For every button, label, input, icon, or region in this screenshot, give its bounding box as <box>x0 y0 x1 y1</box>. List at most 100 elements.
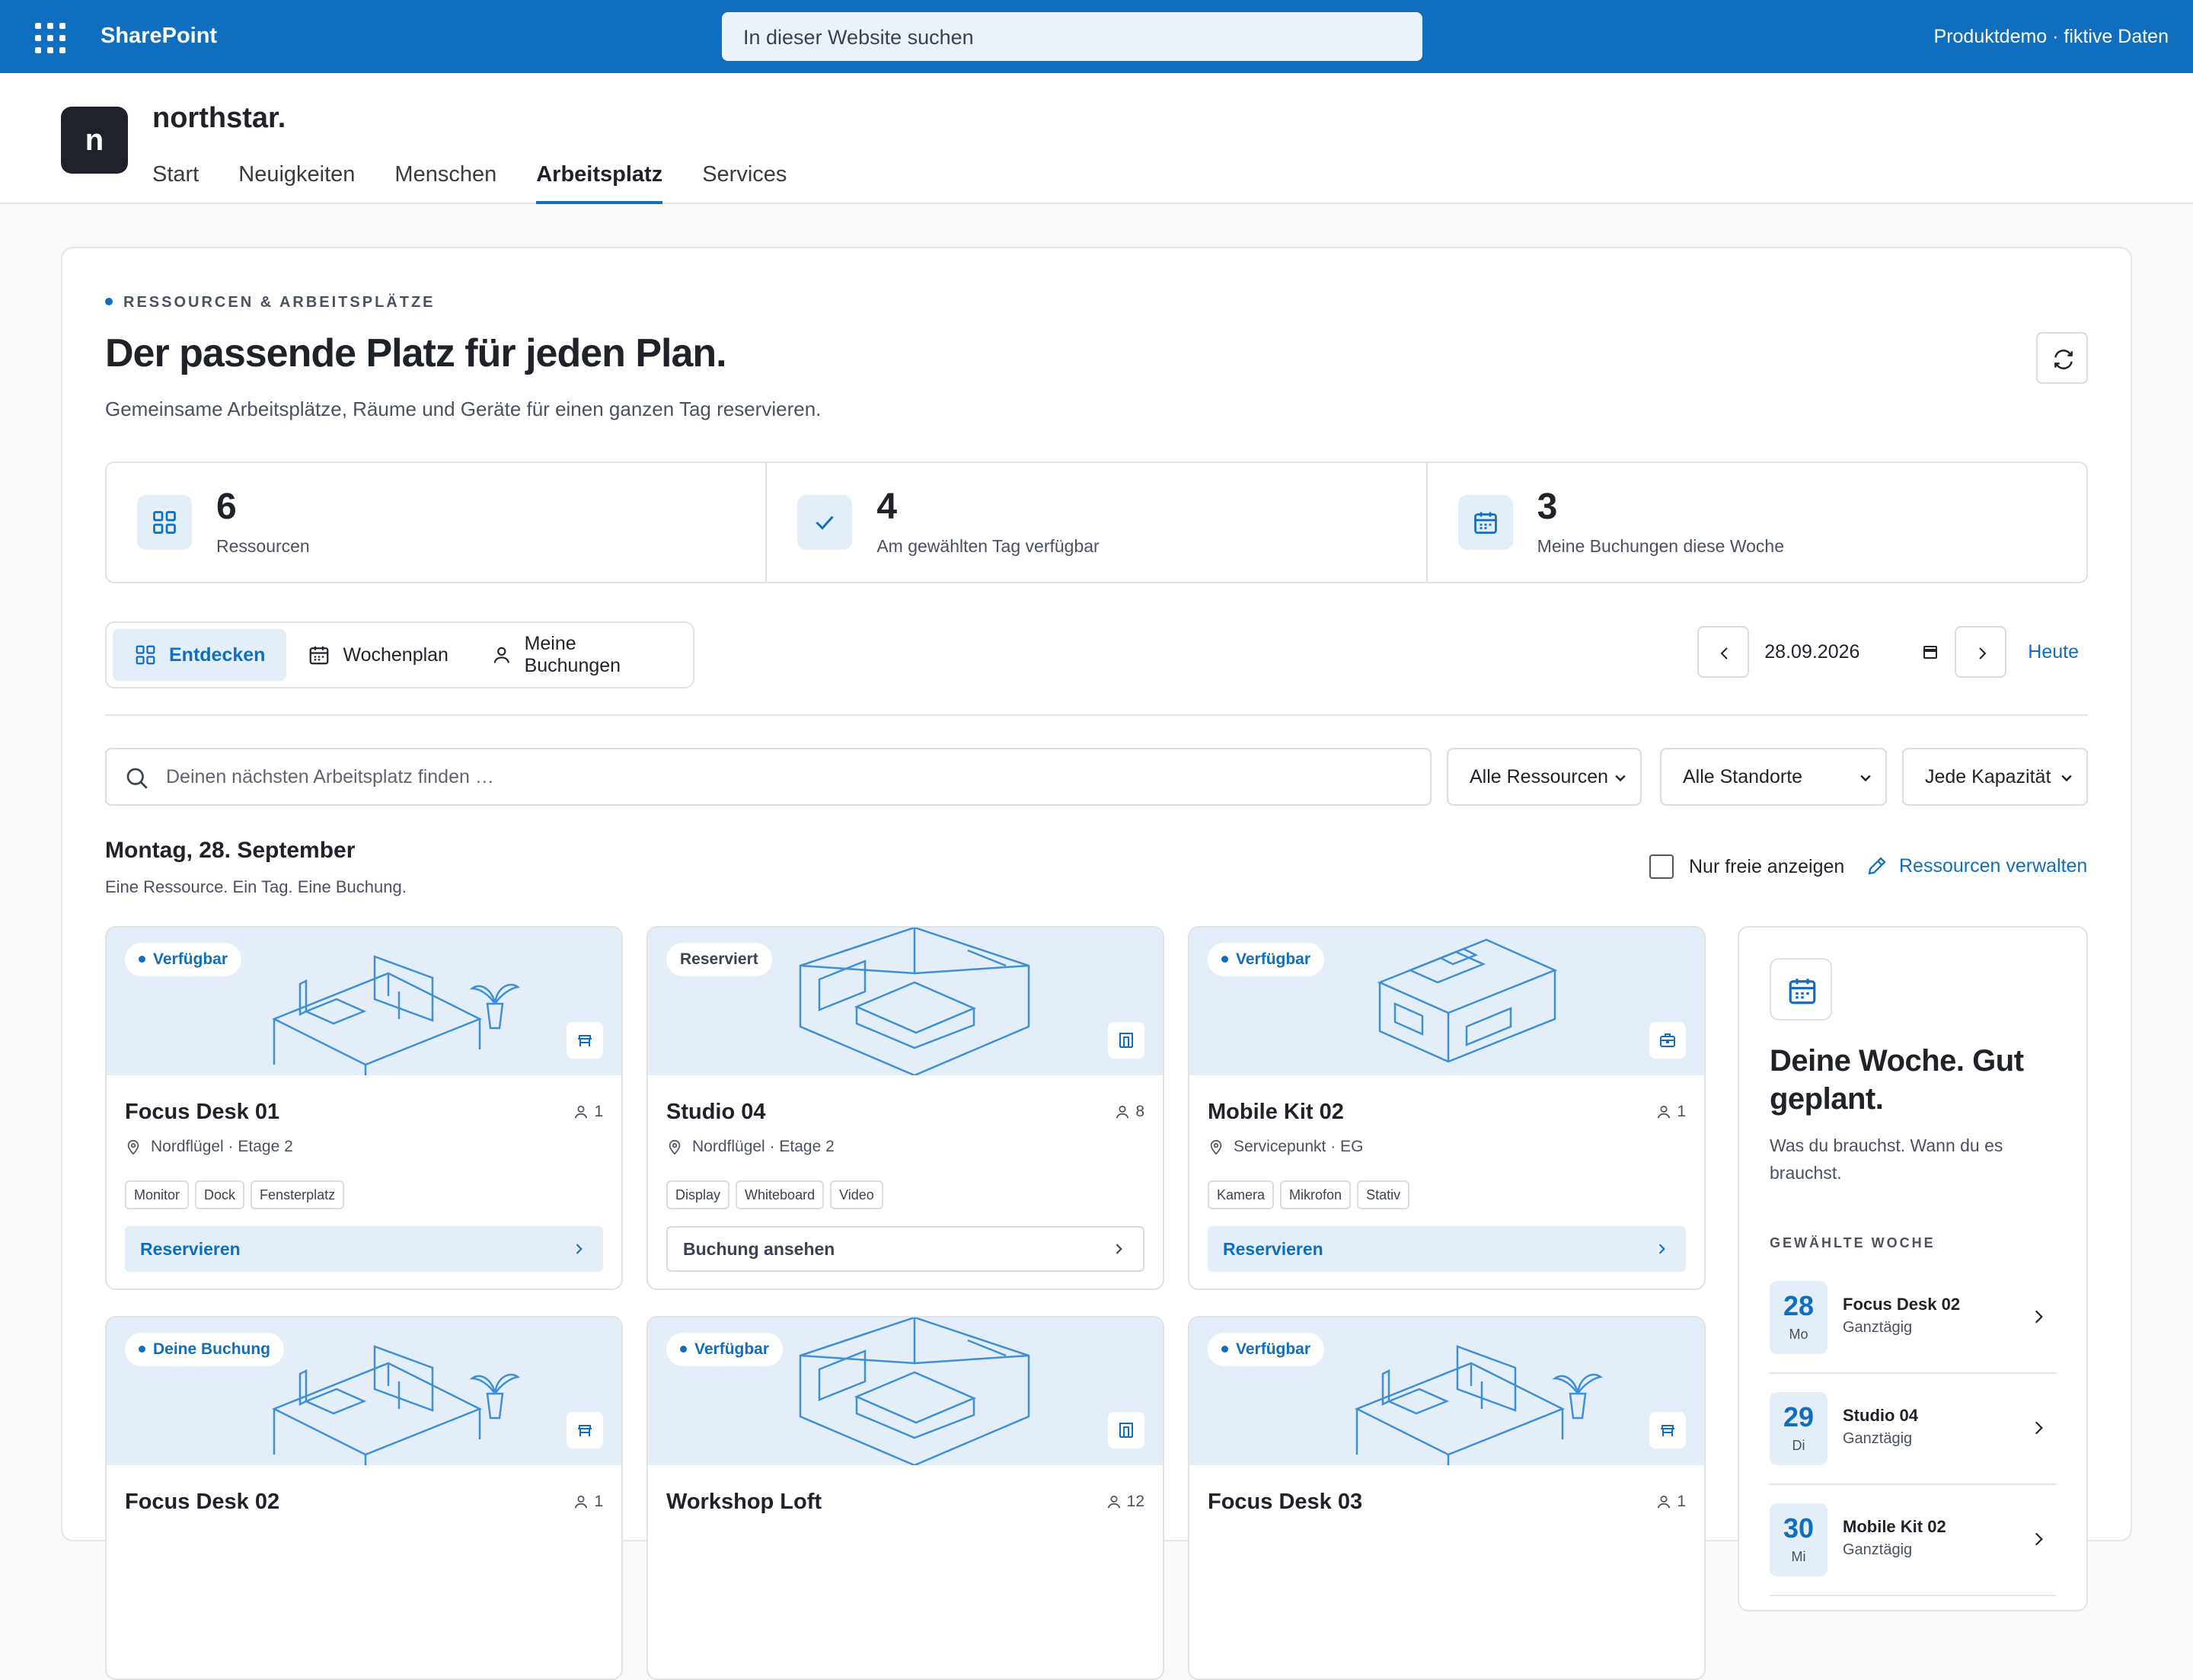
calendar-icon <box>1457 495 1513 550</box>
section-eyebrow: RESSOURCEN & ARBEITSPLÄTZE <box>105 294 436 311</box>
nav-item-menschen[interactable]: Menschen <box>394 157 496 204</box>
site-logo[interactable]: n <box>61 107 128 174</box>
next-day-button[interactable] <box>1955 626 2007 678</box>
resource-name: Focus Desk 02 <box>125 1490 280 1514</box>
week-booking-row[interactable]: 29 Di Studio 04 Ganztägig <box>1770 1374 2056 1485</box>
day-title: Montag, 28. September <box>105 838 356 863</box>
tab-entdecken[interactable]: Entdecken <box>113 629 287 681</box>
week-subtitle: Was du brauchst. Wann du es brauchst. <box>1770 1135 2003 1183</box>
tab-meine-buchungen[interactable]: Meine Buchungen <box>470 629 687 681</box>
week-eyebrow: GEWÄHLTE WOCHE <box>1770 1235 1936 1250</box>
pencil-icon <box>1868 857 1886 875</box>
chevron-down-icon <box>1860 775 1871 782</box>
feature-tag: Display <box>666 1180 730 1209</box>
site-search-input[interactable]: In dieser Website suchen <box>722 12 1422 61</box>
nav-item-start[interactable]: Start <box>152 157 199 204</box>
booking-duration: Ganztägig <box>1843 1319 1913 1336</box>
week-title: Deine Woche. Gut geplant. <box>1770 1044 2024 1116</box>
person-icon <box>1107 1495 1120 1509</box>
capacity: 8 <box>1114 1103 1144 1121</box>
feature-tags: Monitor Dock Fensterplatz <box>125 1180 350 1209</box>
week-booking-row[interactable]: 30 Mi Mobile Kit 02 Ganztägig <box>1770 1485 2056 1596</box>
resource-card[interactable]: Reserviert Studio 04 8 Nordflügel · Etag… <box>646 926 1164 1290</box>
feature-tag: Mikrofon <box>1280 1180 1352 1209</box>
calendar-picker-icon[interactable] <box>1921 643 1939 661</box>
booking-date: 30 Mi <box>1770 1503 1828 1576</box>
reserve-button[interactable]: Reservieren <box>1208 1226 1686 1272</box>
tenant-label: Produktdemo · fiktive Daten <box>1933 26 2169 47</box>
location: Nordflügel · Etage 2 <box>125 1138 293 1156</box>
resource-card[interactable]: Verfügbar Mobile Kit 02 1 Servicepunkt ·… <box>1188 926 1706 1290</box>
location-select[interactable]: Alle Standorte <box>1660 748 1887 806</box>
chevron-right-icon <box>1979 647 1987 660</box>
app-launcher-icon[interactable] <box>35 23 65 53</box>
calendar-icon <box>310 646 329 665</box>
refresh-icon <box>2054 350 2073 369</box>
booking-duration: Ganztägig <box>1843 1541 1913 1558</box>
view-tabs: Entdecken Wochenplan Meine Buchungen <box>105 621 694 688</box>
resource-card[interactable]: Verfügbar Workshop Loft 12 <box>646 1316 1164 1680</box>
booking-date: 29 Di <box>1770 1392 1828 1465</box>
desk-icon <box>567 1022 603 1059</box>
capacity: 12 <box>1106 1493 1144 1511</box>
tab-wochenplan[interactable]: Wochenplan <box>286 629 470 681</box>
resource-type-select[interactable]: Alle Ressourcen <box>1447 748 1642 806</box>
resource-name: Focus Desk 03 <box>1208 1490 1363 1514</box>
feature-tag: Stativ <box>1357 1180 1410 1209</box>
person-icon <box>1658 1495 1671 1509</box>
resource-name: Workshop Loft <box>666 1490 822 1514</box>
refresh-button[interactable] <box>2036 332 2088 384</box>
stat-available: 4 Am gewählten Tag verfügbar <box>767 463 1428 582</box>
person-icon <box>1658 1105 1671 1119</box>
resource-card[interactable]: Verfügbar Focus Desk 03 1 <box>1188 1316 1706 1680</box>
week-booking-row[interactable]: 28 Mo Focus Desk 02 Ganztägig <box>1770 1263 2056 1374</box>
capacity-select[interactable]: Jede Kapazität <box>1902 748 2088 806</box>
resource-card[interactable]: Deine Buchung Focus Desk 02 1 <box>105 1316 623 1680</box>
reserve-button[interactable]: Reservieren <box>125 1226 603 1272</box>
booking-duration: Ganztägig <box>1843 1430 1913 1447</box>
capacity: 1 <box>1655 1103 1686 1121</box>
room-icon <box>1108 1412 1144 1448</box>
desk-icon <box>1649 1412 1686 1448</box>
workspace-panel: RESSOURCEN & ARBEITSPLÄTZE Der passende … <box>61 247 2132 1680</box>
feature-tag: Whiteboard <box>736 1180 825 1209</box>
booking-resource: Mobile Kit 02 <box>1843 1517 1946 1536</box>
page-title: Der passende Platz für jeden Plan. <box>105 331 727 375</box>
capacity: 1 <box>573 1493 603 1511</box>
desk-icon <box>567 1412 603 1448</box>
stat-label: Am gewählten Tag verfügbar <box>876 536 1100 556</box>
stat-value: 6 <box>216 487 237 527</box>
manage-resources-link[interactable]: Ressourcen verwalten <box>1866 854 2087 877</box>
resource-card[interactable]: Verfügbar Focus Desk 01 1 Nordflügel · E… <box>105 926 623 1290</box>
feature-tag: Kamera <box>1208 1180 1275 1209</box>
view-booking-button[interactable]: Buchung ansehen <box>666 1226 1144 1272</box>
feature-tag: Monitor <box>125 1180 190 1209</box>
status-badge: Verfügbar <box>1208 1333 1325 1366</box>
free-only-checkbox[interactable] <box>1649 854 1674 879</box>
location-pin-icon <box>669 1139 681 1155</box>
chevron-right-icon <box>2035 1532 2043 1546</box>
chevron-right-icon <box>2035 1310 2043 1324</box>
today-link[interactable]: Heute <box>2028 641 2079 663</box>
free-only-toggle[interactable]: Nur freie anzeigen <box>1649 854 1844 879</box>
booking-resource: Studio 04 <box>1843 1406 1919 1425</box>
chevron-down-icon <box>2061 775 2072 782</box>
app-name[interactable]: SharePoint <box>101 24 217 49</box>
location-pin-icon <box>1210 1139 1222 1155</box>
previous-day-button[interactable] <box>1697 626 1750 678</box>
day-subtitle: Eine Ressource. Ein Tag. Eine Buchung. <box>105 877 407 896</box>
location: Servicepunkt · EG <box>1208 1138 1363 1156</box>
nav-item-services[interactable]: Services <box>702 157 787 204</box>
site-name[interactable]: northstar. <box>152 102 286 135</box>
status-badge: Deine Buchung <box>125 1333 285 1366</box>
feature-tags: Kamera Mikrofon Stativ <box>1208 1180 1416 1209</box>
capacity: 1 <box>1655 1493 1686 1511</box>
nav-item-neuigkeiten[interactable]: Neuigkeiten <box>238 157 355 204</box>
booking-date: 28 Mo <box>1770 1281 1828 1354</box>
kit-icon <box>1649 1022 1686 1059</box>
nav-item-arbeitsplatz[interactable]: Arbeitsplatz <box>536 157 663 204</box>
site-navigation: Start Neuigkeiten Menschen Arbeitsplatz … <box>152 157 826 204</box>
date-input[interactable]: 28.09.2026 <box>1749 626 1955 678</box>
resource-search-input[interactable]: Deinen nächsten Arbeitsplatz finden … <box>105 748 1432 806</box>
week-panel: Deine Woche. Gut geplant. Was du brauchs… <box>1738 926 2088 1611</box>
